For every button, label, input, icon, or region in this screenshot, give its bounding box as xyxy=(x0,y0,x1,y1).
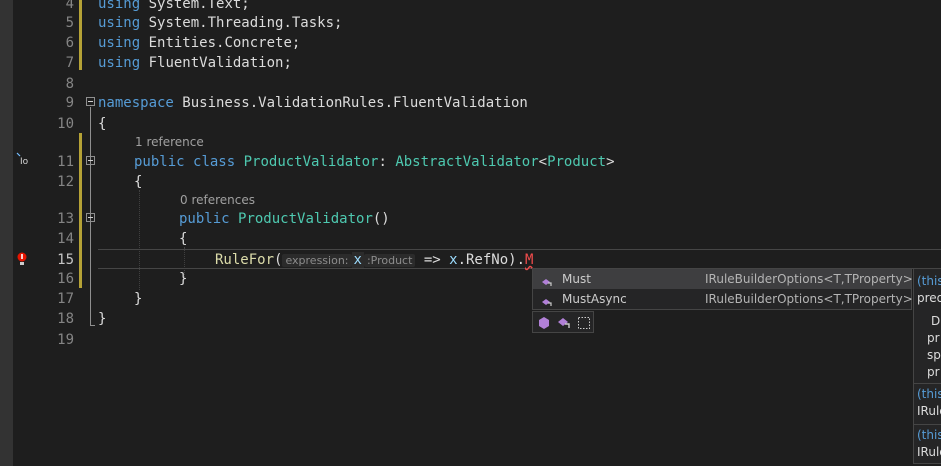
code-line[interactable]: using System.Text; xyxy=(98,0,250,14)
code-line[interactable]: using FluentValidation; xyxy=(98,53,292,73)
line-number: 10 xyxy=(57,116,74,132)
tooltip-divider xyxy=(914,424,941,425)
svg-text:Io: Io xyxy=(20,157,29,166)
line-number: 14 xyxy=(57,231,74,247)
tooltip-text: (this xyxy=(917,274,941,288)
tooltip-text: IRule xyxy=(917,445,941,459)
line-number: 7 xyxy=(65,55,74,71)
line-number: 11 xyxy=(57,154,74,170)
collapse-icon[interactable] xyxy=(86,97,95,106)
line-number: 13 xyxy=(57,211,74,227)
line-number: 5 xyxy=(65,15,74,31)
code-line[interactable]: using System.Threading.Tasks; xyxy=(98,13,342,33)
tooltip-text: sp xyxy=(927,348,941,362)
parameter-hint: expression: xyxy=(282,254,352,267)
change-bar xyxy=(79,0,82,70)
line-number: 12 xyxy=(57,174,74,190)
line-number: 18 xyxy=(57,311,74,327)
code-line-current[interactable]: RuleFor(expression: x:Product => x.RefNo)… xyxy=(215,250,533,271)
code-line[interactable]: } xyxy=(98,309,106,329)
tooltip-text: pred xyxy=(917,291,941,305)
completion-item[interactable]: Must IRuleBuilderOptions<T,TProperty> xyxy=(533,269,913,289)
line-number: 16 xyxy=(57,271,74,287)
code-line[interactable]: namespace Business.ValidationRules.Fluen… xyxy=(98,93,528,113)
completion-filter-bar xyxy=(532,311,594,333)
lightbulb-icon[interactable] xyxy=(16,251,30,265)
tooltip-text: pr xyxy=(927,331,940,345)
code-line[interactable]: public ProductValidator() xyxy=(179,209,390,229)
quick-info-tooltip: (this pred D pr sp pr (this IRule (this … xyxy=(913,268,941,464)
code-line[interactable]: { xyxy=(134,172,142,192)
completion-item[interactable]: MustAsync IRuleBuilderOptions<T,TPropert… xyxy=(533,289,913,309)
code-line[interactable]: public class ProductValidator: AbstractV… xyxy=(134,152,615,172)
extension-method-filter-icon[interactable] xyxy=(557,315,571,329)
line-number: 19 xyxy=(57,332,74,348)
extension-method-icon xyxy=(541,294,553,306)
line-number: 8 xyxy=(65,76,74,92)
reference-icon[interactable]: Io xyxy=(16,152,30,167)
codelens-references[interactable]: 0 references xyxy=(180,192,255,208)
tooltip-text: (this xyxy=(917,428,941,442)
completion-list[interactable]: Must IRuleBuilderOptions<T,TProperty> Mu… xyxy=(532,268,913,310)
glyph-margin xyxy=(0,0,13,466)
extension-method-icon xyxy=(541,274,553,286)
tooltip-text: D xyxy=(931,314,941,328)
snippet-filter-icon[interactable] xyxy=(577,315,591,329)
line-number: 9 xyxy=(65,95,74,111)
codelens-references[interactable]: 1 reference xyxy=(135,134,204,150)
line-number: 17 xyxy=(57,291,74,307)
change-bar xyxy=(79,133,82,288)
code-line[interactable]: using Entities.Concrete; xyxy=(98,33,300,53)
line-number: 4 xyxy=(65,0,74,12)
line-number: 6 xyxy=(65,35,74,51)
line-number-active: 15 xyxy=(57,252,74,268)
tooltip-text: IRule xyxy=(917,404,941,418)
type-hint: :Product xyxy=(363,254,416,267)
collapse-icon[interactable] xyxy=(86,213,95,222)
code-line[interactable]: { xyxy=(179,229,187,249)
collapse-icon[interactable] xyxy=(86,156,95,165)
tooltip-divider xyxy=(914,383,941,384)
tooltip-text: pr xyxy=(927,365,940,379)
fold-guide-end xyxy=(90,325,95,326)
code-line[interactable]: { xyxy=(98,114,106,134)
indent-guide xyxy=(139,190,140,290)
tooltip-text: (this xyxy=(917,387,941,401)
typed-text: M xyxy=(525,252,534,268)
class-filter-icon[interactable] xyxy=(537,315,551,329)
code-line[interactable]: } xyxy=(179,269,187,289)
code-line[interactable]: } xyxy=(134,289,142,309)
